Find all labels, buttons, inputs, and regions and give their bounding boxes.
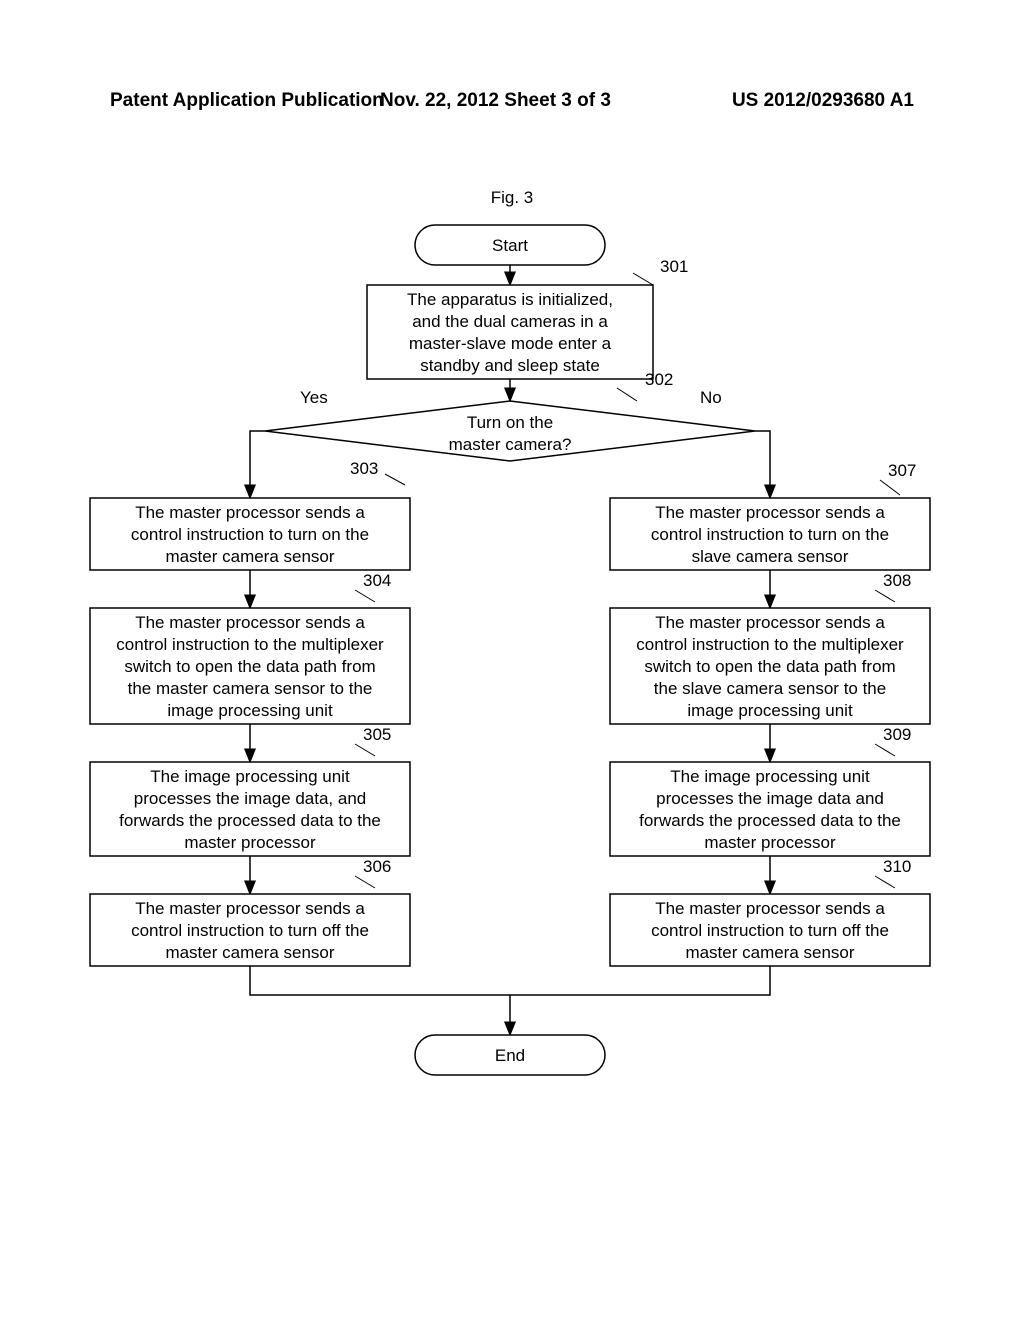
ref-309: 309 bbox=[883, 725, 911, 744]
svg-text:forwards the processed data to: forwards the processed data to the bbox=[639, 811, 901, 830]
ref-303: 303 bbox=[350, 459, 378, 478]
node-305: The image processing unit processes the … bbox=[90, 762, 410, 856]
ref-301: 301 bbox=[660, 257, 688, 276]
svg-text:The image processing unit: The image processing unit bbox=[150, 767, 350, 786]
svg-text:The master processor sends a: The master processor sends a bbox=[135, 503, 365, 522]
node-307: The master processor sends a control ins… bbox=[610, 498, 930, 570]
svg-text:The master processor sends a: The master processor sends a bbox=[135, 899, 365, 918]
svg-text:The image processing unit: The image processing unit bbox=[670, 767, 870, 786]
ref-304: 304 bbox=[363, 571, 391, 590]
node-308: The master processor sends a control ins… bbox=[610, 608, 930, 724]
decision-yes: Yes bbox=[300, 388, 328, 407]
decision-302: Turn on the master camera? bbox=[265, 401, 755, 461]
node-310: The master processor sends a control ins… bbox=[610, 894, 930, 966]
node-309: The image processing unit processes the … bbox=[610, 762, 930, 856]
svg-text:standby and sleep state: standby and sleep state bbox=[420, 356, 600, 375]
svg-text:master processor: master processor bbox=[184, 833, 316, 852]
header-right: US 2012/0293680 A1 bbox=[732, 90, 914, 112]
svg-text:control instruction to turn of: control instruction to turn off the bbox=[651, 921, 889, 940]
node-301: The apparatus is initialized, and the du… bbox=[367, 285, 653, 379]
node-306: The master processor sends a control ins… bbox=[90, 894, 410, 966]
svg-text:master camera sensor: master camera sensor bbox=[165, 547, 334, 566]
svg-text:The master processor sends a: The master processor sends a bbox=[655, 613, 885, 632]
svg-text:control instruction to the mul: control instruction to the multiplexer bbox=[116, 635, 384, 654]
header-left: Patent Application Publication bbox=[110, 90, 384, 112]
svg-text:End: End bbox=[495, 1046, 525, 1065]
ref-310: 310 bbox=[883, 857, 911, 876]
svg-text:control instruction to turn on: control instruction to turn on the bbox=[131, 525, 369, 544]
ref-302: 302 bbox=[645, 370, 673, 389]
flowchart: Start The apparatus is initialized, and … bbox=[85, 220, 940, 1170]
svg-text:master camera sensor: master camera sensor bbox=[685, 943, 854, 962]
svg-text:image processing unit: image processing unit bbox=[167, 701, 333, 720]
svg-text:master processor: master processor bbox=[704, 833, 836, 852]
svg-text:The master processor sends a: The master processor sends a bbox=[135, 613, 365, 632]
svg-text:Turn on the: Turn on the bbox=[467, 413, 553, 432]
svg-text:forwards the processed data to: forwards the processed data to the bbox=[119, 811, 381, 830]
ref-306: 306 bbox=[363, 857, 391, 876]
start-node: Start bbox=[415, 225, 605, 265]
header-center: Nov. 22, 2012 Sheet 3 of 3 bbox=[380, 90, 611, 112]
node-304: The master processor sends a control ins… bbox=[90, 608, 410, 724]
svg-text:master camera sensor: master camera sensor bbox=[165, 943, 334, 962]
node-303: The master processor sends a control ins… bbox=[90, 498, 410, 570]
svg-text:the slave camera sensor to the: the slave camera sensor to the bbox=[654, 679, 886, 698]
ref-307: 307 bbox=[888, 461, 916, 480]
svg-text:the master camera sensor to th: the master camera sensor to the bbox=[128, 679, 373, 698]
svg-text:and the dual cameras in a: and the dual cameras in a bbox=[412, 312, 608, 331]
svg-text:The master processor sends a: The master processor sends a bbox=[655, 503, 885, 522]
svg-text:Start: Start bbox=[492, 236, 528, 255]
svg-text:slave camera sensor: slave camera sensor bbox=[692, 547, 849, 566]
decision-no: No bbox=[700, 388, 722, 407]
figure-title: Fig. 3 bbox=[0, 188, 1024, 208]
svg-text:processes the image data, and: processes the image data, and bbox=[134, 789, 366, 808]
svg-text:control instruction to the mul: control instruction to the multiplexer bbox=[636, 635, 904, 654]
svg-text:control instruction to turn on: control instruction to turn on the bbox=[651, 525, 889, 544]
ref-305: 305 bbox=[363, 725, 391, 744]
svg-text:The master processor sends a: The master processor sends a bbox=[655, 899, 885, 918]
svg-text:switch to open the data path f: switch to open the data path from bbox=[644, 657, 895, 676]
svg-text:image processing unit: image processing unit bbox=[687, 701, 853, 720]
ref-308: 308 bbox=[883, 571, 911, 590]
svg-text:The apparatus is initialized,: The apparatus is initialized, bbox=[407, 290, 613, 309]
svg-text:master camera?: master camera? bbox=[449, 435, 572, 454]
svg-text:switch to open the data path f: switch to open the data path from bbox=[124, 657, 375, 676]
svg-text:master-slave mode enter a: master-slave mode enter a bbox=[409, 334, 612, 353]
svg-text:control instruction to turn of: control instruction to turn off the bbox=[131, 921, 369, 940]
end-node: End bbox=[415, 1035, 605, 1075]
svg-text:processes the image data and: processes the image data and bbox=[656, 789, 884, 808]
